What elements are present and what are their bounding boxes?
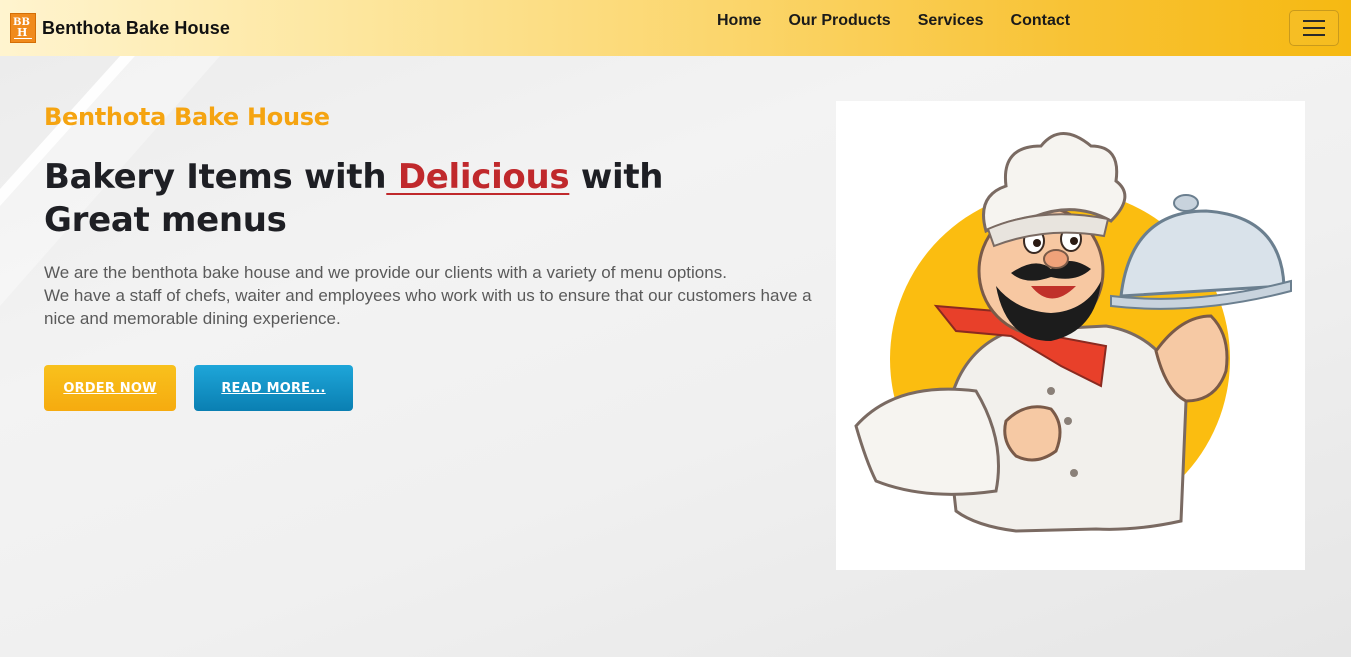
hamburger-menu-button[interactable] <box>1289 10 1339 46</box>
top-navbar: BB H Benthota Bake House Home Our Produc… <box>0 0 1351 56</box>
hamburger-line-icon <box>1303 20 1325 22</box>
brand-name: Benthota Bake House <box>42 17 230 38</box>
brand-logo-icon: BB H <box>10 13 36 43</box>
hamburger-line-icon <box>1303 27 1325 29</box>
order-now-button[interactable]: ORDER NOW <box>44 365 176 411</box>
nav-services[interactable]: Services <box>918 12 984 30</box>
hero-description: We are the benthota bake house and we pr… <box>44 261 844 330</box>
nav-contact[interactable]: Contact <box>1011 12 1071 30</box>
nav-our-products[interactable]: Our Products <box>788 12 890 30</box>
svg-text:H: H <box>17 26 27 39</box>
description-line-1: We are the benthota bake house and we pr… <box>44 263 727 282</box>
hamburger-line-icon <box>1303 34 1325 36</box>
nav-home[interactable]: Home <box>717 12 761 30</box>
read-more-button[interactable]: READ MORE... <box>194 365 353 411</box>
hero-headline: Bakery Items with Delicious with Great m… <box>44 156 664 242</box>
description-line-2: We have a staff of chefs, waiter and emp… <box>44 286 812 328</box>
headline-text-start: Bakery Items with <box>44 157 387 197</box>
chef-mascot-illustration-icon <box>854 132 1292 533</box>
background-streak <box>0 56 220 306</box>
headline-accent-word: Delicious <box>386 157 570 197</box>
brand-link[interactable]: BB H Benthota Bake House <box>10 13 230 43</box>
hero-subtitle: Benthota Bake House <box>44 103 330 131</box>
chef-mascot-image <box>836 101 1305 570</box>
nav-links: Home Our Products Services Contact <box>717 12 1097 30</box>
